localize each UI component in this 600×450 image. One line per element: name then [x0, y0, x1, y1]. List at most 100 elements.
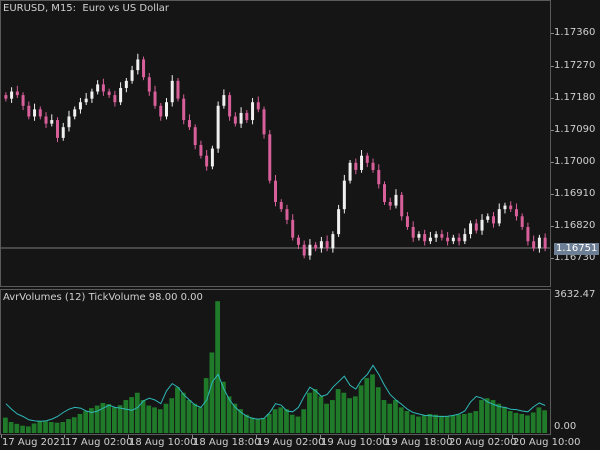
chart-title: EURUSD, M15: Euro vs US Dollar — [3, 3, 170, 14]
candle-body — [354, 162, 358, 170]
volume-bar — [467, 412, 473, 433]
volume-bar — [450, 415, 456, 433]
candle-body — [302, 244, 306, 256]
volume-bar — [525, 415, 530, 433]
candle-body — [38, 109, 42, 117]
volume-bar — [83, 411, 89, 433]
volume-bar — [8, 422, 14, 433]
candle-body — [520, 216, 524, 227]
volume-bar — [203, 378, 209, 433]
candle-body — [348, 162, 352, 181]
candle-body — [4, 95, 8, 99]
volume-bar — [375, 387, 381, 433]
volume-bar — [255, 419, 261, 433]
price-axis-label: 1.16820 — [554, 220, 596, 231]
candle-body — [417, 234, 421, 238]
candle-body — [394, 194, 398, 206]
candle-body — [233, 116, 237, 124]
volume-bar — [186, 400, 192, 433]
volume-bar — [387, 403, 393, 433]
volume-bar — [54, 422, 60, 433]
candle-body — [193, 127, 197, 145]
candle-body — [187, 120, 191, 128]
volume-bar — [175, 387, 180, 433]
candle-body — [50, 120, 54, 124]
volume-bar — [364, 378, 370, 433]
candle-body — [113, 95, 117, 103]
volume-bar — [261, 418, 266, 433]
candle-body — [182, 98, 186, 121]
candle-body — [446, 237, 450, 242]
candle-body — [130, 70, 134, 81]
volume-bar — [513, 412, 519, 433]
candle-body — [268, 134, 272, 181]
volume-bar — [157, 409, 163, 433]
volume-bar — [341, 392, 347, 433]
volume-bar — [272, 409, 278, 433]
volume-bar — [284, 409, 289, 433]
volume-axis-max: 3632.47 — [554, 289, 596, 300]
candle-body — [159, 105, 163, 117]
volume-bar — [307, 392, 312, 433]
volume-bar — [209, 352, 215, 433]
candle-body — [239, 112, 243, 124]
time-axis-label: 19 Aug 02:00 — [257, 437, 325, 448]
candle-body — [371, 162, 375, 170]
volume-bar — [278, 407, 284, 433]
indicator-title: AvrVolumes (12) TickVolume 98.00 0.00 — [3, 292, 203, 303]
candle-body — [170, 80, 174, 103]
volume-bar — [410, 414, 416, 433]
price-axis-label: 1.17090 — [554, 124, 596, 135]
volume-bar — [536, 407, 542, 433]
volume-bar — [215, 301, 220, 433]
volume-bar — [484, 398, 490, 433]
candle-body — [400, 194, 404, 217]
volume-bar — [335, 389, 341, 433]
candle-body — [509, 205, 513, 210]
candle-body — [457, 237, 461, 242]
candle-body — [377, 169, 381, 185]
volume-bar — [347, 398, 352, 433]
candle-body — [492, 216, 495, 224]
volume-bar — [117, 405, 123, 433]
candle-body — [119, 87, 123, 103]
volume-bar — [324, 403, 329, 433]
price-axis-label: 1.17360 — [554, 27, 596, 38]
candle-body — [331, 234, 335, 249]
time-axis-label: 17 Aug 2021 — [2, 437, 67, 448]
candle-body — [296, 237, 300, 245]
candle-body — [342, 180, 346, 210]
candle-body — [10, 91, 14, 99]
volume-bar — [249, 417, 255, 433]
candle-body — [61, 127, 65, 138]
candle-body — [503, 205, 507, 210]
candle-body — [388, 202, 392, 206]
candle-body — [251, 102, 255, 121]
time-axis-label: 19 Aug 10:00 — [321, 437, 389, 448]
candle-body — [319, 241, 323, 249]
candle-body — [78, 102, 82, 110]
candle-body — [308, 244, 312, 256]
candle-body — [486, 216, 490, 220]
volume-bar — [112, 407, 117, 433]
volume-bar — [266, 413, 272, 433]
candle-body — [205, 155, 209, 167]
candle-body — [222, 95, 226, 106]
candle-body — [15, 91, 19, 96]
candle-body — [101, 84, 105, 92]
candle-body — [124, 80, 128, 88]
volume-axis[interactable]: 3632.47 0.00 — [551, 289, 600, 435]
volume-bar — [25, 426, 31, 433]
candle-body — [44, 116, 48, 124]
candle-body — [165, 102, 168, 117]
time-axis-label: 19 Aug 18:00 — [385, 437, 453, 448]
volume-bar — [14, 423, 20, 433]
volume-bar — [20, 425, 25, 433]
candle-body — [474, 223, 478, 231]
volume-bar — [507, 411, 513, 433]
volume-bar — [416, 416, 421, 433]
candle-body — [21, 95, 25, 106]
time-axis-label: 18 Aug 10:00 — [129, 437, 197, 448]
candle-body — [90, 91, 94, 99]
volume-bar — [106, 404, 111, 433]
